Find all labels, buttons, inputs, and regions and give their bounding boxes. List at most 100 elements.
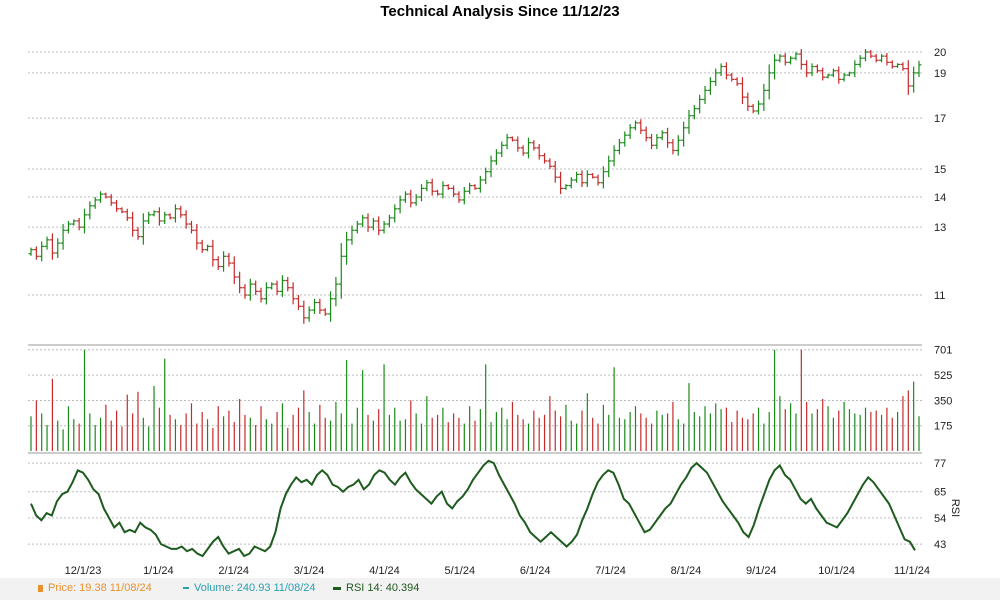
price-bar [734, 77, 740, 86]
price-bar [627, 124, 633, 139]
rsi-swatch-icon [333, 586, 341, 590]
price-bar [600, 166, 606, 189]
price-bar [659, 130, 665, 141]
price-bar [825, 73, 831, 79]
rsi-axis-label: RSI [949, 499, 961, 517]
price-bar [477, 175, 483, 193]
price-bar [520, 145, 526, 156]
legend-volume: Volume: 240.93 11/08/24 [183, 582, 316, 594]
price-tick-label: 11 [934, 290, 945, 302]
price-bar [766, 64, 772, 100]
price-bar [809, 63, 815, 77]
axis-labels: 11 13 14 15 17 19 20 12/1/23 1/1/24 2/1/24 3/1/24 4… [65, 47, 961, 577]
price-bar [686, 109, 692, 134]
x-tick-label: 9/1/24 [746, 565, 777, 577]
technical-analysis-chart: 11 13 14 15 17 19 20 12/1/23 1/1/24 2/1/24 3/1/24 4… [28, 47, 961, 577]
price-tick-label: 20 [934, 47, 946, 59]
price-bar [365, 213, 371, 232]
price-bar [221, 251, 227, 272]
price-bar [547, 158, 553, 169]
price-bar [525, 137, 531, 159]
price-bar [509, 136, 515, 142]
price-bar [836, 66, 842, 84]
price-bar [590, 173, 596, 179]
price-bar [472, 184, 478, 190]
price-bar [28, 247, 34, 256]
price-bar [183, 210, 189, 229]
price-bar [515, 136, 521, 152]
price-bar [328, 291, 334, 322]
volume-tick-label: 701 [934, 345, 952, 357]
price-bar [889, 60, 895, 69]
legend-rsi-text: RSI 14: 40.394 [346, 582, 420, 594]
price-bar [322, 308, 328, 316]
price-bar [424, 179, 430, 192]
price-bar [338, 243, 344, 299]
x-tick-label: 2/1/24 [218, 565, 249, 577]
price-bar [531, 140, 537, 151]
price-bar [718, 63, 724, 77]
rsi-tick-label: 54 [934, 513, 946, 525]
price-swatch-icon [38, 584, 43, 592]
price-bar [568, 177, 574, 189]
price-bar [697, 94, 703, 114]
price-bar [884, 53, 890, 66]
price-bar [49, 233, 55, 260]
price-bar [461, 186, 467, 205]
price-bar [205, 244, 211, 252]
price-bar [392, 204, 398, 223]
price-bar [135, 227, 141, 240]
price-bar [830, 68, 836, 78]
price-bar [215, 256, 221, 270]
price-bar [285, 276, 291, 292]
price-bar [739, 77, 745, 104]
price-bar [33, 246, 39, 260]
x-tick-label: 10/1/24 [818, 565, 855, 577]
price-bar [611, 145, 617, 167]
price-bar [210, 239, 216, 267]
price-bar [349, 225, 355, 245]
price-bar [108, 194, 114, 206]
price-bar [279, 275, 285, 297]
price-tick-label: 17 [934, 113, 946, 125]
price-bar [467, 182, 473, 195]
price-bar [199, 239, 205, 253]
grid-lines [28, 51, 922, 545]
price-bar [681, 121, 687, 147]
legend-price-text: Price: 19.38 11/08/24 [48, 582, 152, 594]
x-tick-label: 11/1/24 [894, 565, 930, 577]
price-bar [413, 194, 419, 206]
price-bar [750, 103, 756, 114]
price-bar [253, 280, 259, 296]
price-bar [814, 64, 820, 73]
price-bar [402, 191, 408, 203]
price-bar [595, 174, 601, 186]
price-bar [820, 67, 826, 81]
price-bar [729, 72, 735, 82]
price-bar [231, 256, 237, 285]
price-bar [702, 85, 708, 104]
price-bar [333, 276, 339, 307]
price-tick-label: 15 [934, 164, 946, 176]
price-bar [900, 62, 906, 71]
price-bar [226, 252, 232, 267]
price-bar [761, 83, 767, 111]
price-bar [846, 71, 852, 77]
price-bar [905, 60, 911, 95]
price-bar [745, 92, 751, 111]
x-tick-label: 3/1/24 [294, 565, 325, 577]
price-bar [376, 216, 382, 236]
price-bar [408, 189, 414, 208]
price-bar [344, 231, 350, 265]
volume-tick-label: 175 [934, 421, 952, 433]
price-bar [563, 184, 569, 190]
price-bar [675, 135, 681, 156]
price-bar [852, 60, 858, 78]
price-bar [772, 54, 778, 80]
price-bar [39, 241, 45, 262]
price-bar [638, 119, 644, 134]
rsi-tick-label: 65 [934, 487, 946, 499]
rsi-line [30, 459, 916, 558]
price-bar [419, 184, 425, 202]
price-bar [445, 184, 451, 190]
